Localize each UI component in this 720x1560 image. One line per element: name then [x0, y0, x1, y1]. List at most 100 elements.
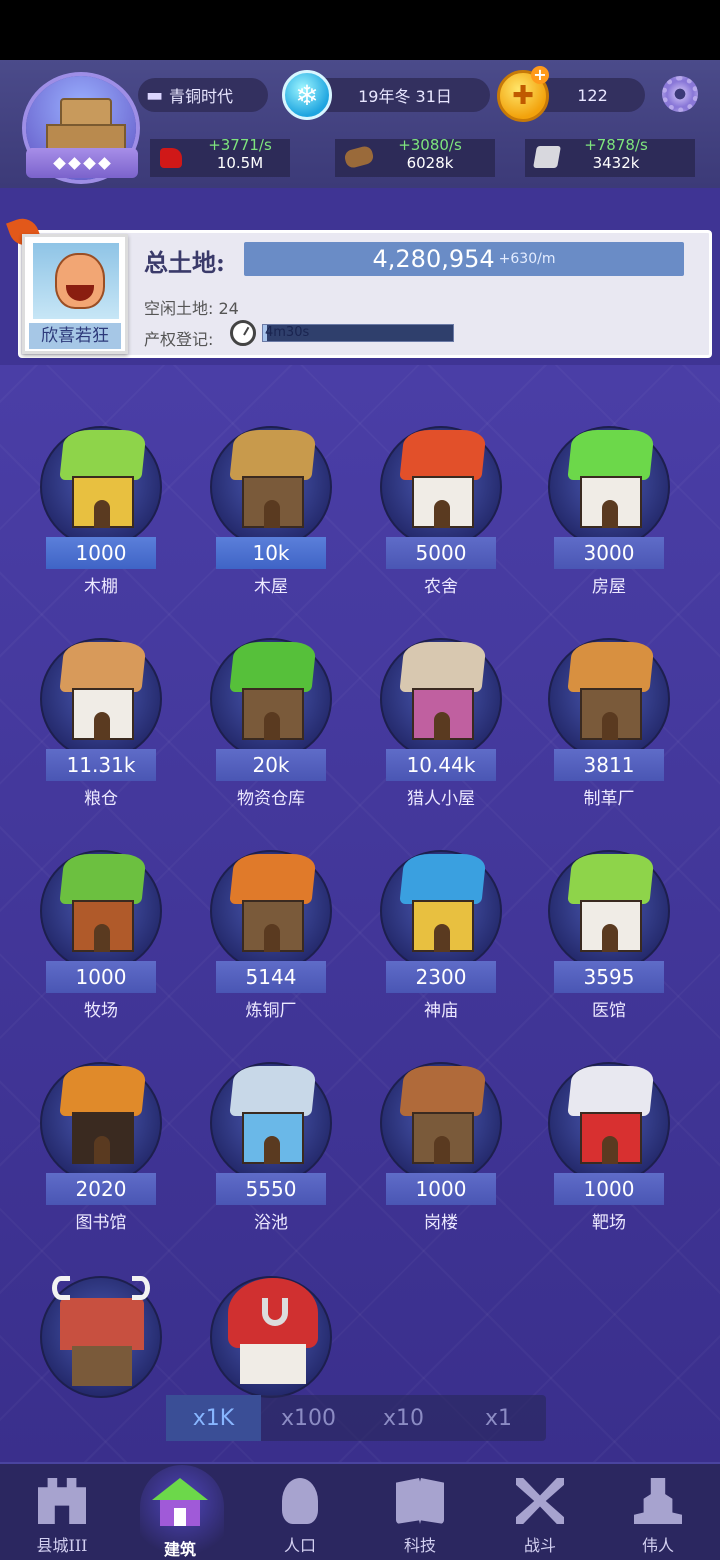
- food-amount: 10.5M: [216, 154, 264, 172]
- building-card[interactable]: 5550 浴池: [200, 1036, 350, 1246]
- wood-resource: +3080/s 6028k: [380, 136, 480, 178]
- food-resource: +3771/s 10.5M: [192, 136, 288, 178]
- building-name: 木屋: [254, 577, 288, 597]
- building-name: 牧场: [84, 1001, 118, 1021]
- book-icon: [396, 1478, 444, 1524]
- building-count: 1000: [46, 961, 156, 993]
- nav-buildings-label: 建筑: [163, 1540, 196, 1559]
- building-card[interactable]: 2020 图书馆: [30, 1036, 180, 1246]
- stone-amount: 3432k: [592, 154, 640, 172]
- building-card[interactable]: 20k 物资仓库: [200, 612, 350, 822]
- building-icon: [556, 832, 664, 952]
- building-card[interactable]: 5144 炼铜厂: [200, 824, 350, 1034]
- building-icon: [218, 408, 326, 528]
- building-card[interactable]: 1000 牧场: [30, 824, 180, 1034]
- property-timer-bar: 4m30s: [262, 324, 454, 342]
- building-magnet[interactable]: [200, 1250, 350, 1398]
- building-name: 猎人小屋: [407, 789, 475, 809]
- nav-greats[interactable]: 伟人: [608, 1478, 708, 1558]
- building-card[interactable]: 3000 房屋: [538, 400, 688, 610]
- building-icon: [48, 1044, 156, 1164]
- multiplier-x1[interactable]: x1: [451, 1395, 546, 1441]
- wood-amount: 6028k: [406, 154, 454, 172]
- building-icon: [218, 1044, 326, 1164]
- anvil-icon: ▬: [146, 84, 164, 106]
- building-name: 粮仓: [84, 789, 118, 809]
- building-icon: [388, 620, 496, 740]
- nav-population-label: 人口: [283, 1536, 316, 1555]
- building-name: 农舍: [424, 577, 458, 597]
- nav-buildings[interactable]: 建筑: [130, 1478, 230, 1559]
- nav-county[interactable]: 县城III: [12, 1478, 112, 1558]
- multiplier-x10[interactable]: x10: [356, 1395, 451, 1441]
- building-name: 制革厂: [583, 789, 635, 809]
- building-card[interactable]: 3595 医馆: [538, 824, 688, 1034]
- building-card[interactable]: 10k 木屋: [200, 400, 350, 610]
- timer-text: 4m30s: [265, 325, 310, 340]
- building-count: 1000: [554, 1173, 664, 1205]
- building-card[interactable]: 1000 岗楼: [370, 1036, 520, 1246]
- building-icon: [388, 408, 496, 528]
- building-name: 房屋: [592, 577, 626, 597]
- nav-battle[interactable]: 战斗: [490, 1478, 590, 1558]
- house-icon: [152, 1478, 208, 1528]
- food-rate: +3771/s: [208, 136, 272, 154]
- building-card[interactable]: 10.44k 猎人小屋: [370, 612, 520, 822]
- land-title: 总土地:: [144, 248, 225, 277]
- building-barracks[interactable]: [30, 1250, 180, 1398]
- building-name: 炼铜厂: [245, 1001, 297, 1021]
- building-icon: [388, 1044, 496, 1164]
- gear-icon[interactable]: [662, 76, 698, 112]
- clock-icon: [230, 320, 256, 346]
- building-count: 20k: [216, 749, 326, 781]
- building-count: 3000: [554, 537, 664, 569]
- building-name: 图书馆: [75, 1213, 127, 1233]
- building-name: 医馆: [592, 1001, 626, 1021]
- idle-land: 空闲土地: 24: [144, 299, 239, 318]
- building-name: 浴池: [254, 1213, 288, 1233]
- building-icon: [48, 832, 156, 952]
- building-icon: [48, 408, 156, 528]
- stone-resource: +7878/s 3432k: [566, 136, 666, 178]
- building-icon: [556, 620, 664, 740]
- stone-rate: +7878/s: [584, 136, 648, 154]
- nav-tech[interactable]: 科技: [370, 1478, 470, 1558]
- barracks-icon: [48, 1258, 156, 1386]
- age-pill: ▬ 青铜时代: [138, 78, 268, 112]
- building-name: 岗楼: [424, 1213, 458, 1233]
- multiplier-bar: x1K x100 x10 x1: [166, 1395, 546, 1441]
- building-count: 10.44k: [386, 749, 496, 781]
- leader-portrait[interactable]: 欣喜若狂: [22, 234, 128, 354]
- snowflake-icon: ❄: [282, 70, 332, 120]
- building-card[interactable]: 11.31k 粮仓: [30, 612, 180, 822]
- land-rate: +630/m: [498, 251, 556, 267]
- swords-icon: [516, 1478, 564, 1524]
- building-icon: [48, 620, 156, 740]
- multiplier-x100[interactable]: x100: [261, 1395, 356, 1441]
- building-card[interactable]: 5000 农舍: [370, 400, 520, 610]
- building-count: 1000: [386, 1173, 496, 1205]
- status-bar: [0, 0, 720, 60]
- building-card[interactable]: 3811 制革厂: [538, 612, 688, 822]
- statue-icon: [634, 1478, 682, 1524]
- leader-face-icon: [33, 243, 119, 319]
- age-label: 青铜时代: [169, 87, 234, 106]
- building-icon: [556, 408, 664, 528]
- nav-county-label: 县城III: [36, 1536, 88, 1555]
- building-count: 1000: [46, 537, 156, 569]
- building-count: 3811: [554, 749, 664, 781]
- building-name: 木棚: [84, 577, 118, 597]
- add-gold-icon[interactable]: +: [531, 66, 549, 84]
- building-name: 神庙: [424, 1001, 458, 1021]
- multiplier-x1k[interactable]: x1K: [166, 1395, 261, 1441]
- nav-population[interactable]: 人口: [250, 1478, 350, 1558]
- building-count: 5550: [216, 1173, 326, 1205]
- building-count: 2300: [386, 961, 496, 993]
- building-icon: [218, 832, 326, 952]
- building-card[interactable]: 1000 木棚: [30, 400, 180, 610]
- building-icon: [556, 1044, 664, 1164]
- land-total: 4,280,954: [372, 245, 495, 273]
- building-card[interactable]: 2300 神庙: [370, 824, 520, 1034]
- building-count: 11.31k: [46, 749, 156, 781]
- building-card[interactable]: 1000 靶场: [538, 1036, 688, 1246]
